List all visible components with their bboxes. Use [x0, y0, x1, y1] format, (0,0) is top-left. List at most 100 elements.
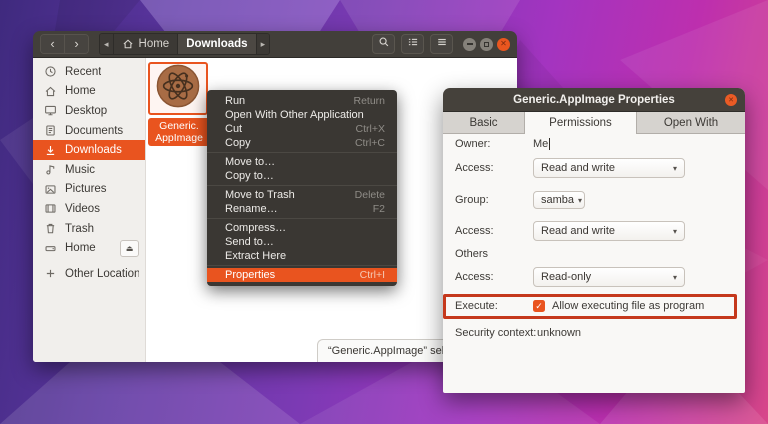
- file-item-generic-appimage[interactable]: Generic. AppImage: [148, 62, 210, 146]
- menu-item-send-to[interactable]: Send to…: [207, 235, 397, 249]
- dropdown-value: samba: [541, 194, 574, 206]
- check-icon: ✓: [535, 301, 543, 311]
- drive-icon: [43, 241, 57, 255]
- sidebar-item-recent[interactable]: Recent: [33, 62, 145, 82]
- menu-item-label: Open With Other Application: [225, 108, 364, 122]
- menu-item-label: Extract Here: [225, 249, 286, 263]
- menu-button[interactable]: [430, 34, 453, 54]
- sidebar-item-videos[interactable]: Videos: [33, 199, 145, 219]
- owner-access-dropdown[interactable]: Read and write ▾: [533, 158, 685, 178]
- close-button[interactable]: ✕: [497, 38, 510, 51]
- hamburger-icon: [436, 35, 448, 53]
- eject-button[interactable]: ⏏: [120, 240, 139, 257]
- file-name-line2: AppImage: [149, 132, 209, 144]
- properties-dialog: Generic.AppImage Properties ✕ Basic Perm…: [443, 88, 745, 393]
- back-icon: ‹: [50, 36, 54, 51]
- pictures-icon: [43, 182, 57, 196]
- sidebar-label: Documents: [65, 125, 123, 137]
- owner-value: Me: [533, 138, 548, 150]
- context-menu: Run Return Open With Other Application C…: [207, 90, 397, 286]
- search-icon: [378, 35, 390, 53]
- menu-item-move-to-trash[interactable]: Move to Trash Delete: [207, 188, 397, 202]
- group-access-dropdown[interactable]: Read and write ▾: [533, 221, 685, 241]
- menu-separator: [207, 218, 397, 219]
- list-view-icon: [407, 35, 419, 53]
- menu-item-rename[interactable]: Rename… F2: [207, 202, 397, 216]
- menu-item-properties[interactable]: Properties Ctrl+I: [207, 268, 397, 282]
- desktop-icon: [43, 104, 57, 118]
- menu-item-move-to[interactable]: Move to…: [207, 155, 397, 169]
- sidebar-label: Home: [65, 85, 96, 97]
- menu-item-shortcut: Ctrl+X: [356, 122, 385, 136]
- downloads-icon: [43, 143, 57, 157]
- menu-item-copy[interactable]: Copy Ctrl+C: [207, 136, 397, 150]
- dialog-title: Generic.AppImage Properties: [513, 94, 675, 106]
- others-access-dropdown[interactable]: Read-only ▾: [533, 267, 685, 287]
- menu-item-copy-to[interactable]: Copy to…: [207, 169, 397, 183]
- sidebar-label: Desktop: [65, 105, 107, 117]
- owner-value-field[interactable]: Me: [533, 138, 550, 150]
- path-current-label: Downloads: [186, 38, 247, 50]
- back-button[interactable]: ‹: [41, 35, 64, 53]
- trash-icon: [43, 222, 57, 236]
- chevron-down-icon: ▾: [673, 164, 677, 173]
- file-name-line1: Generic.: [149, 120, 209, 132]
- window-controls: ✕: [463, 38, 510, 51]
- owner-row: Owner: Me: [455, 138, 550, 150]
- forward-icon: ›: [74, 36, 78, 51]
- tab-basic[interactable]: Basic: [443, 112, 525, 134]
- execute-checkbox[interactable]: ✓: [533, 300, 545, 312]
- restore-icon: [484, 42, 489, 47]
- menu-item-cut[interactable]: Cut Ctrl+X: [207, 122, 397, 136]
- execute-checkbox-label: Allow executing file as program: [552, 300, 704, 312]
- sidebar-item-documents[interactable]: Documents: [33, 121, 145, 141]
- sidebar-item-downloads[interactable]: Downloads: [33, 140, 145, 160]
- music-icon: [43, 163, 57, 177]
- others-label: Others: [455, 248, 533, 260]
- path-scroll-right-button[interactable]: ▸: [256, 34, 270, 54]
- chevron-down-icon: ▾: [578, 196, 582, 205]
- text-cursor: [549, 138, 550, 150]
- group-access-row: Access: Read and write ▾: [455, 221, 685, 241]
- sidebar-item-trash[interactable]: Trash: [33, 219, 145, 239]
- minimize-button[interactable]: [463, 38, 476, 51]
- menu-item-compress[interactable]: Compress…: [207, 221, 397, 235]
- path-current-folder-button[interactable]: Downloads: [177, 34, 255, 54]
- menu-item-run[interactable]: Run Return: [207, 94, 397, 108]
- forward-button[interactable]: ›: [64, 35, 88, 53]
- dropdown-value: Read and write: [541, 225, 615, 237]
- group-dropdown[interactable]: samba ▾: [533, 191, 585, 209]
- sidebar-item-desktop[interactable]: Desktop: [33, 101, 145, 121]
- path-scroll-left-button[interactable]: ◂: [100, 34, 113, 54]
- group-label: Group:: [455, 194, 533, 206]
- tab-label: Basic: [469, 117, 497, 129]
- sidebar-item-home[interactable]: Home: [33, 82, 145, 102]
- dropdown-value: Read-only: [541, 271, 591, 283]
- search-button[interactable]: [372, 34, 395, 54]
- sidebar-item-home-drive[interactable]: Home ⏏: [33, 238, 145, 258]
- sidebar-label: Music: [65, 164, 95, 176]
- path-home-button[interactable]: Home: [113, 34, 178, 54]
- sidebar-item-other-locations[interactable]: Other Locations: [33, 264, 145, 284]
- close-icon: ✕: [728, 97, 734, 104]
- menu-item-shortcut: Return: [353, 94, 385, 108]
- sidebar: Recent Home Desktop Documents Downloads: [33, 58, 146, 362]
- tab-open-with[interactable]: Open With: [637, 112, 745, 134]
- menu-item-label: Send to…: [225, 235, 274, 249]
- execute-label: Execute:: [455, 300, 533, 312]
- sidebar-item-pictures[interactable]: Pictures: [33, 180, 145, 200]
- sidebar-label: Pictures: [65, 183, 107, 195]
- group-row: Group: samba ▾: [455, 191, 585, 209]
- sidebar-item-music[interactable]: Music: [33, 160, 145, 180]
- tab-permissions[interactable]: Permissions: [525, 112, 637, 134]
- menu-item-extract-here[interactable]: Extract Here: [207, 249, 397, 263]
- others-row: Others: [455, 248, 533, 260]
- dialog-close-button[interactable]: ✕: [725, 94, 737, 106]
- menu-separator: [207, 265, 397, 266]
- restore-button[interactable]: [480, 38, 493, 51]
- menu-item-label: Cut: [225, 122, 242, 136]
- sidebar-label: Other Locations: [65, 268, 139, 280]
- sidebar-label: Home: [65, 242, 96, 254]
- menu-item-open-with-other-application[interactable]: Open With Other Application: [207, 108, 397, 122]
- view-toggle-button[interactable]: [401, 34, 424, 54]
